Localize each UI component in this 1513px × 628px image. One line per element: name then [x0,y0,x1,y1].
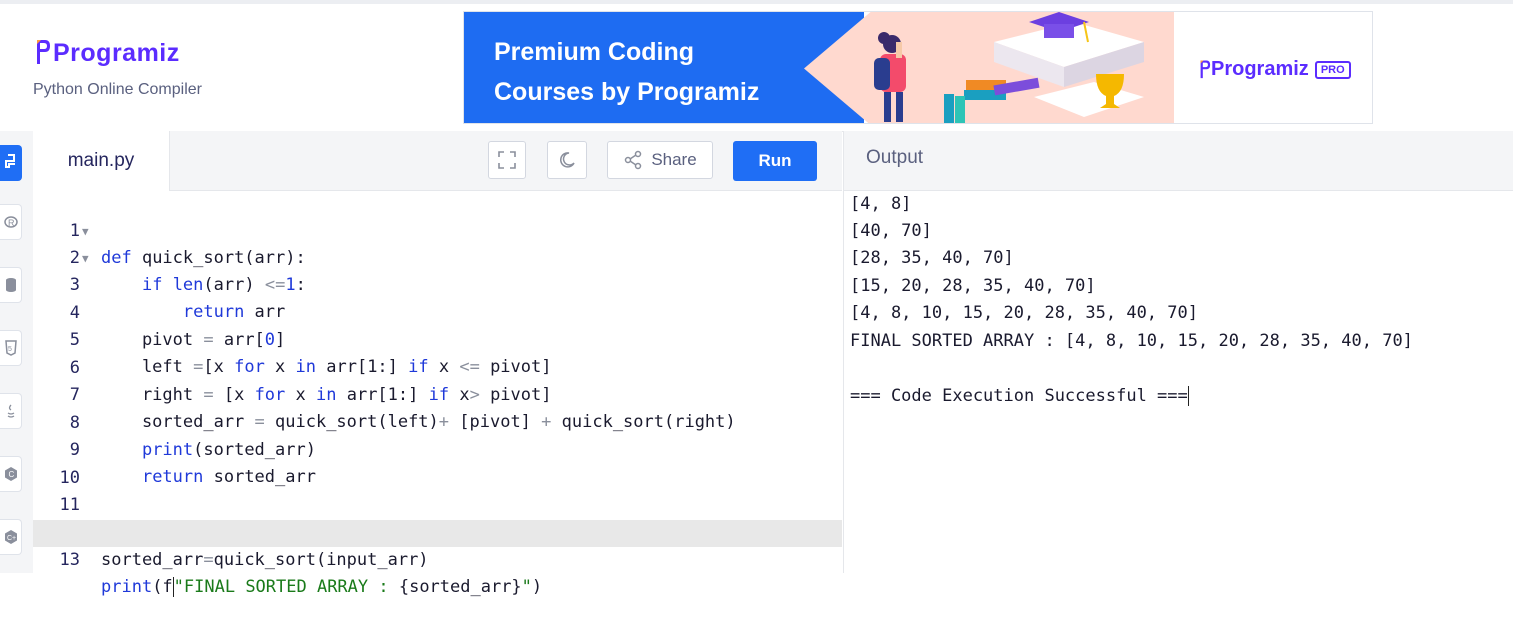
programiz-logo-icon [37,40,50,64]
line-number: 13 [59,550,80,570]
svg-text:5: 5 [8,346,12,353]
banner-headline: Premium Coding Courses by Programiz [494,32,759,112]
code-line-active[interactable]: 13 print(f"FINAL SORTED ARRAY : {sorted_… [33,520,842,597]
svg-text:R: R [8,218,15,228]
code-editor[interactable]: 1 ▼ def quick_sort(arr): 2 ▼ if len(arr) <… [33,191,842,597]
sidebar-item-cpp[interactable]: C+ [0,519,22,555]
r-icon: R [3,216,18,228]
html-icon: 5 [4,340,17,356]
code-line[interactable]: 12 sorted_arr=quick_sort(input_arr) [33,493,842,570]
sidebar-item-html[interactable]: 5 [0,330,22,366]
banner-line-1: Premium Coding [494,38,695,66]
code-line[interactable]: 3 return arr [33,245,842,322]
sidebar-item-java[interactable] [0,393,22,429]
output-toolbar: Output [843,131,1513,191]
sidebar-item-r[interactable]: R [0,204,22,240]
sql-icon [5,278,16,292]
sidebar-item-c[interactable]: C [0,456,22,492]
code-text: print(f"FINAL SORTED ARRAY : {sorted_arr… [101,577,543,597]
sidebar-item-python[interactable] [0,145,22,181]
share-icon [625,150,642,170]
promo-banner[interactable]: Premium Coding Courses by Programiz Prog… [463,11,1373,124]
pro-brand-name: Programiz [1211,58,1309,80]
share-button[interactable]: Share [607,141,713,179]
editor-toolbar: main.py Share Run [33,131,842,191]
svg-text:C+: C+ [7,535,16,542]
output-cursor [1187,386,1189,406]
output-line: FINAL SORTED ARRAY : [4, 8, 10, 15, 20, … [850,331,1413,351]
programiz-pro-logo-icon [1200,59,1211,78]
output-title: Output [866,147,924,168]
code-text: sorted_arr=quick_sort(input_arr) [101,550,429,570]
dark-mode-button[interactable] [547,141,587,179]
brand-name: Programiz [53,38,180,67]
sidebar-item-sql[interactable] [0,267,22,303]
code-line[interactable]: 10 [33,438,842,488]
code-line[interactable]: 2 ▼ if len(arr) <=1: [33,218,842,295]
output-line: [15, 20, 28, 35, 40, 70] [850,276,1096,296]
file-tab-main[interactable]: main.py [33,131,170,191]
c-icon: C [4,467,17,481]
output-panel[interactable]: [4, 8] [40, 70] [28, 35, 40, 70] [15, 20… [843,191,1513,573]
header: Programiz Python Online Compiler Premium… [0,4,1513,132]
programiz-logo[interactable]: Programiz [35,38,180,68]
output-line: [28, 35, 40, 70] [850,248,1014,268]
svg-text:C: C [8,470,14,479]
moon-icon [559,152,575,168]
output-line: [4, 8] [850,194,912,214]
output-line: [40, 70] [850,221,932,241]
code-line[interactable]: 1 ▼ def quick_sort(arr): [33,191,842,268]
code-line[interactable]: 8 print(sorted_arr) [33,383,842,460]
page-subtitle: Python Online Compiler [33,81,202,98]
pro-badge: PRO [1314,60,1351,79]
fullscreen-icon [498,151,516,169]
output-line: [4, 8, 10, 15, 20, 28, 35, 40, 70] [850,303,1198,323]
language-sidebar: R 5 C C+ [0,131,34,573]
cpp-icon: C+ [4,530,17,544]
code-line[interactable]: 4 pivot = arr[0] [33,273,842,350]
code-line[interactable]: 7 sorted_arr = quick_sort(left)+ [pivot]… [33,355,842,432]
banner-illustration [874,12,1144,123]
output-status-line: === Code Execution Successful === [850,386,1189,406]
share-label: Share [651,150,697,169]
code-line[interactable]: 5 left =[x for x in arr[1:] if x <= pivo… [33,300,842,377]
code-line[interactable]: 6 right = [x for x in arr[1:] if x> pivo… [33,328,842,405]
python-icon [4,154,15,168]
code-line[interactable]: 11 input_arr=[10,4,20,35,28,15,8,70,40] [33,465,842,542]
java-icon [7,404,14,418]
code-line[interactable]: 9 return sorted_arr [33,410,842,487]
run-button[interactable]: Run [733,141,817,181]
banner-line-2: Courses by Programiz [494,78,760,106]
fullscreen-button[interactable] [488,141,526,179]
programiz-pro-logo: Programiz PRO [1199,58,1351,81]
